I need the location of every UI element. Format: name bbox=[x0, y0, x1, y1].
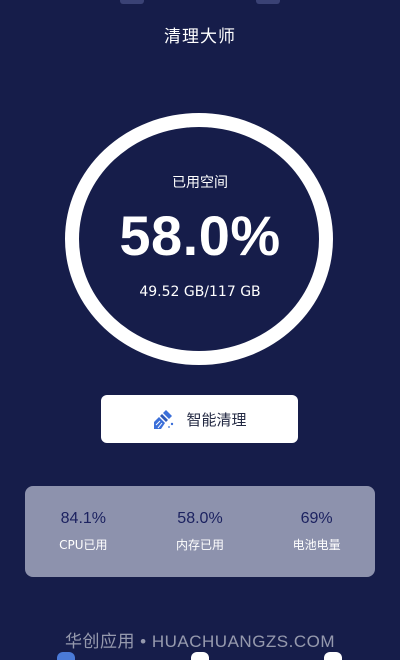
storage-detail: 49.52 GB/117 GB bbox=[139, 284, 261, 300]
status-bar-indicator-left bbox=[120, 0, 144, 4]
stat-memory: 58.0% 内存已用 bbox=[145, 510, 255, 553]
storage-label: 已用空间 bbox=[172, 175, 228, 191]
stat-battery: 69% 电池电量 bbox=[262, 510, 372, 553]
nav-toolbox-icon[interactable] bbox=[191, 652, 209, 660]
stat-cpu: 84.1% CPU已用 bbox=[28, 510, 138, 553]
smart-clean-button[interactable]: 智能清理 bbox=[101, 395, 298, 443]
nav-profile-icon[interactable] bbox=[324, 652, 342, 660]
stat-battery-label: 电池电量 bbox=[292, 538, 341, 552]
stat-battery-value: 69% bbox=[300, 510, 333, 527]
stat-cpu-value: 84.1% bbox=[60, 510, 107, 527]
nav-home-icon[interactable] bbox=[57, 652, 75, 660]
stat-memory-value: 58.0% bbox=[177, 510, 223, 527]
storage-percent: 58.0% bbox=[119, 204, 281, 267]
broom-icon bbox=[152, 407, 176, 431]
stats-panel: 84.1% CPU已用 58.0% 内存已用 69% 电池电量 bbox=[25, 486, 375, 577]
status-bar-indicator-right bbox=[256, 0, 280, 4]
smart-clean-label: 智能清理 bbox=[186, 410, 247, 429]
stat-memory-label: 内存已用 bbox=[175, 538, 224, 552]
watermark: 华创应用 • HUACHUANGZS.COM bbox=[64, 632, 336, 651]
stat-cpu-label: CPU已用 bbox=[59, 538, 108, 552]
page-title: 清理大师 bbox=[164, 27, 236, 47]
